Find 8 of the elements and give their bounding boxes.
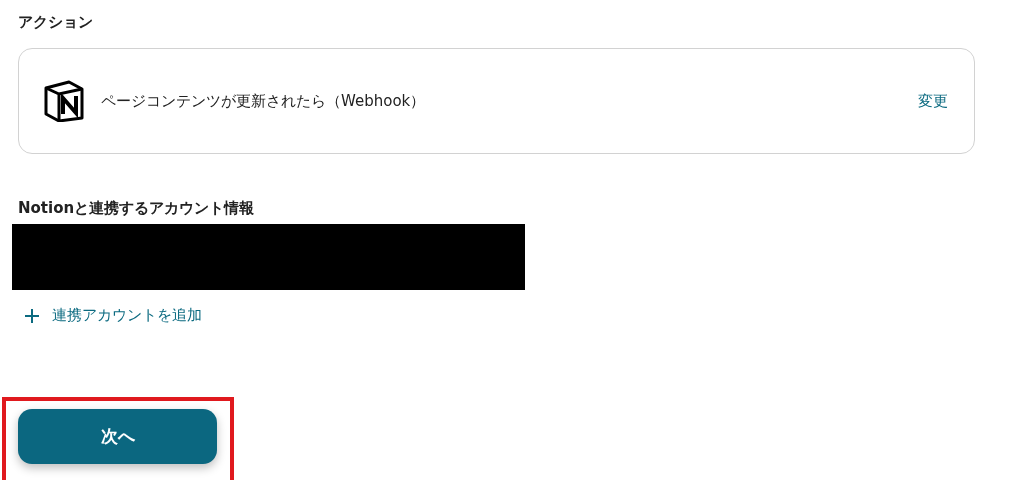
cube-logo-icon: [43, 80, 85, 122]
trigger-label: ページコンテンツが更新されたら（Webhook）: [101, 91, 427, 111]
section-heading: アクション: [18, 12, 93, 32]
add-account-link[interactable]: 連携アカウントを追加: [22, 302, 204, 329]
next-button[interactable]: 次へ: [18, 409, 217, 464]
plus-icon: [24, 307, 40, 324]
change-link[interactable]: 変更: [918, 91, 948, 111]
section-heading: Notionと連携するアカウント情報: [18, 198, 255, 218]
